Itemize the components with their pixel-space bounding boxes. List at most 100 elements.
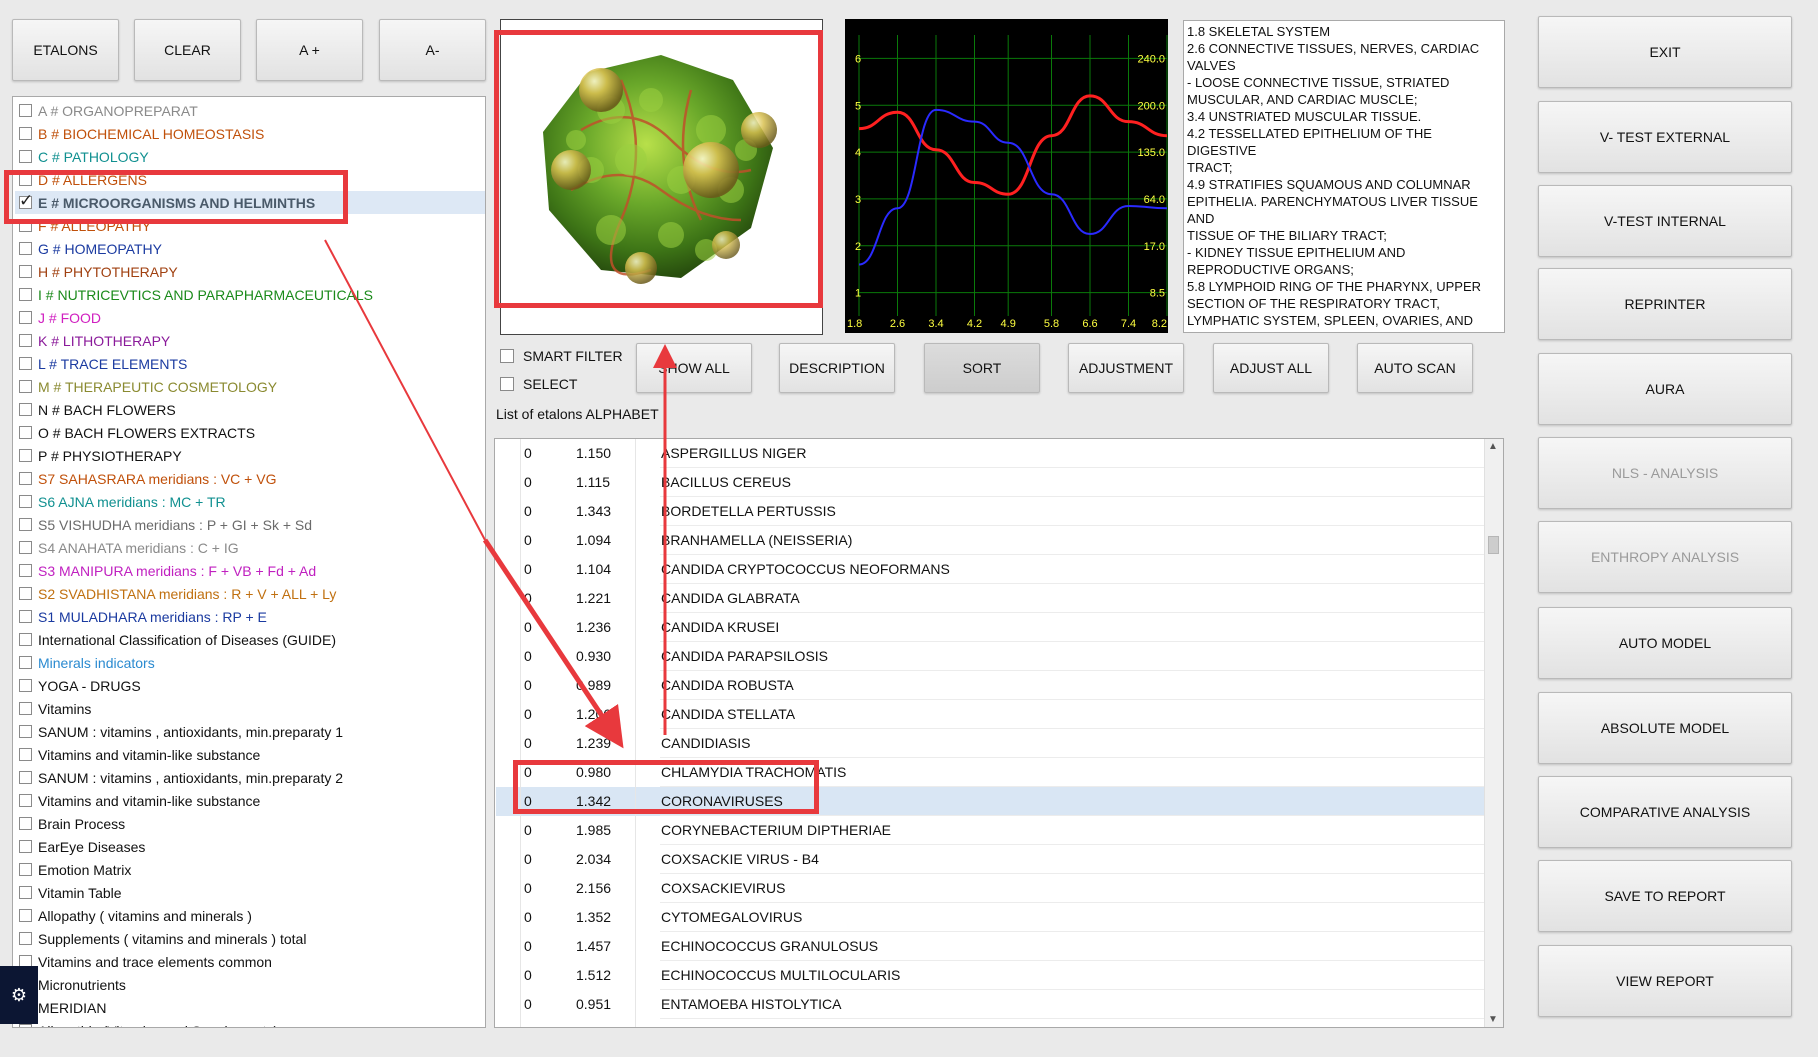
category-item[interactable]: SANUM : vitamins , antioxidants, min.pre… bbox=[15, 766, 485, 789]
category-item[interactable]: S7 SAHASRARA meridians : VC + VG bbox=[15, 467, 485, 490]
category-item[interactable]: SANUM : vitamins , antioxidants, min.pre… bbox=[15, 720, 485, 743]
table-row[interactable]: 0 0.989 CANDIDA ROBUSTA bbox=[496, 671, 1484, 700]
category-checkbox[interactable] bbox=[19, 403, 32, 416]
table-row[interactable]: 0 1.343 BORDETELLA PERTUSSIS bbox=[496, 497, 1484, 526]
right-button-view-report[interactable]: VIEW REPORT bbox=[1538, 945, 1792, 1017]
category-checkbox[interactable] bbox=[19, 702, 32, 715]
category-checkbox[interactable] bbox=[19, 219, 32, 232]
category-checkbox[interactable] bbox=[19, 771, 32, 784]
select-checkbox[interactable]: SELECT bbox=[500, 374, 577, 394]
table-row[interactable]: 0 1.239 CANDIDIASIS bbox=[496, 729, 1484, 758]
category-item[interactable]: M # THERAPEUTIC COSMETOLOGY bbox=[15, 375, 485, 398]
chevron-down-icon[interactable]: ▼ bbox=[1488, 1014, 1498, 1025]
table-row[interactable]: 0 0.980 CHLAMYDIA TRACHOMATIS bbox=[496, 758, 1484, 787]
category-item[interactable]: S5 VISHUDHA meridians : P + GI + Sk + Sd bbox=[15, 513, 485, 536]
category-checkbox[interactable] bbox=[19, 472, 32, 485]
category-checkbox[interactable] bbox=[19, 173, 32, 186]
category-checkbox[interactable] bbox=[19, 794, 32, 807]
clear-button[interactable]: CLEAR bbox=[134, 19, 241, 81]
category-item[interactable]: S6 AJNA meridians : MC + TR bbox=[15, 490, 485, 513]
category-item[interactable]: Micronutrients bbox=[15, 973, 485, 996]
right-button-comparative-analysis[interactable]: COMPARATIVE ANALYSIS bbox=[1538, 776, 1792, 848]
table-row[interactable]: 0 1.342 CORONAVIRUSES bbox=[496, 787, 1484, 816]
category-checkbox[interactable] bbox=[19, 725, 32, 738]
auto-scan-button[interactable]: AUTO SCAN bbox=[1357, 343, 1473, 393]
category-checkbox[interactable] bbox=[19, 1024, 32, 1027]
category-item[interactable]: O # BACH FLOWERS EXTRACTS bbox=[15, 421, 485, 444]
category-checkbox[interactable] bbox=[19, 426, 32, 439]
category-checkbox[interactable] bbox=[19, 265, 32, 278]
table-row[interactable]: 0 1.236 CANDIDA KRUSEI bbox=[496, 613, 1484, 642]
category-checkbox[interactable] bbox=[19, 191, 33, 211]
category-item[interactable]: C # PATHOLOGY bbox=[15, 145, 485, 168]
category-item[interactable]: A # ORGANOPREPARAT bbox=[15, 99, 485, 122]
category-item[interactable]: F # ALLEOPATHY bbox=[15, 214, 485, 237]
category-checkbox[interactable] bbox=[19, 357, 32, 370]
category-item[interactable]: Supplements ( vitamins and minerals ) to… bbox=[15, 927, 485, 950]
category-checkbox[interactable] bbox=[19, 127, 32, 140]
select-box[interactable] bbox=[500, 377, 514, 391]
right-button-enthropy-analysis[interactable]: ENTHROPY ANALYSIS bbox=[1538, 521, 1792, 593]
adjustment-button[interactable]: ADJUSTMENT bbox=[1068, 343, 1184, 393]
category-item[interactable]: E # MICROORGANISMS AND HELMINTHS bbox=[15, 191, 485, 214]
smart-filter-checkbox[interactable]: SMART FILTER bbox=[500, 346, 623, 366]
adjust-all-button[interactable]: ADJUST ALL bbox=[1213, 343, 1329, 393]
category-item[interactable]: N # BACH FLOWERS bbox=[15, 398, 485, 421]
category-item[interactable]: P # PHYSIOTHERAPY bbox=[15, 444, 485, 467]
category-item[interactable]: L # TRACE ELEMENTS bbox=[15, 352, 485, 375]
category-item[interactable]: I # NUTRICEVTICS AND PARAPHARMACEUTICALS bbox=[15, 283, 485, 306]
table-row[interactable]: 0 1.094 BRANHAMELLA (NEISSERIA) bbox=[496, 526, 1484, 555]
category-checkbox[interactable] bbox=[19, 863, 32, 876]
category-item[interactable]: Emotion Matrix bbox=[15, 858, 485, 881]
category-item[interactable]: Vitamin Table bbox=[15, 881, 485, 904]
category-checkbox[interactable] bbox=[19, 610, 32, 623]
category-checkbox[interactable] bbox=[19, 334, 32, 347]
category-checkbox[interactable] bbox=[19, 656, 32, 669]
category-checkbox[interactable] bbox=[19, 909, 32, 922]
category-item[interactable]: Vitamins and vitamin-like substance bbox=[15, 789, 485, 812]
category-checkbox[interactable] bbox=[19, 380, 32, 393]
gear-icon[interactable]: ⚙ bbox=[0, 966, 38, 1024]
category-checkbox[interactable] bbox=[19, 587, 32, 600]
category-checkbox[interactable] bbox=[19, 242, 32, 255]
category-checkbox[interactable] bbox=[19, 104, 32, 117]
right-button-save-to-report[interactable]: SAVE TO REPORT bbox=[1538, 860, 1792, 932]
table-row[interactable]: 0 1.104 CANDIDA CRYPTOCOCCUS NEOFORMANS bbox=[496, 555, 1484, 584]
etalons-button[interactable]: ETALONS bbox=[12, 19, 119, 81]
category-item[interactable]: B # BIOCHEMICAL HOMEOSTASIS bbox=[15, 122, 485, 145]
right-button-auto-model[interactable]: AUTO MODEL bbox=[1538, 607, 1792, 679]
chevron-up-icon[interactable]: ▲ bbox=[1488, 441, 1498, 452]
category-item[interactable]: J # FOOD bbox=[15, 306, 485, 329]
category-item[interactable]: Minerals indicators bbox=[15, 651, 485, 674]
category-item[interactable]: Vitamins and vitamin-like substance bbox=[15, 743, 485, 766]
a-minus-button[interactable]: A- bbox=[379, 19, 486, 81]
table-row[interactable]: 0 1.352 CYTOMEGALOVIRUS bbox=[496, 903, 1484, 932]
category-item[interactable]: K # LITHOTHERAPY bbox=[15, 329, 485, 352]
category-checkbox[interactable] bbox=[19, 495, 32, 508]
show-all-button[interactable]: SHOW ALL bbox=[636, 343, 752, 393]
category-item[interactable]: D # ALLERGENS bbox=[15, 168, 485, 191]
table-row[interactable]: 0 1.115 BACILLUS CEREUS bbox=[496, 468, 1484, 497]
right-button-v-test-internal[interactable]: V-TEST INTERNAL bbox=[1538, 185, 1792, 257]
table-row[interactable]: 0 1.221 CANDIDA GLABRATA bbox=[496, 584, 1484, 613]
category-item[interactable]: YOGA - DRUGS bbox=[15, 674, 485, 697]
category-item[interactable]: Allopathy ( vitamins and minerals ) bbox=[15, 904, 485, 927]
category-item[interactable]: International Classification of Diseases… bbox=[15, 628, 485, 651]
category-checkbox[interactable] bbox=[19, 449, 32, 462]
table-row[interactable]: 0 1.150 ASPERGILLUS NIGER bbox=[496, 439, 1484, 468]
table-row[interactable]: 0 1.985 CORYNEBACTERIUM DIPTHERIAE bbox=[496, 816, 1484, 845]
category-checkbox[interactable] bbox=[19, 541, 32, 554]
right-button-v-test-external[interactable]: V- TEST EXTERNAL bbox=[1538, 101, 1792, 173]
category-item[interactable]: MERIDIAN bbox=[15, 996, 485, 1019]
category-list[interactable]: A # ORGANOPREPARAT B # BIOCHEMICAL HOMEOS… bbox=[12, 96, 486, 1028]
category-item[interactable]: Vitamins and trace elements common bbox=[15, 950, 485, 973]
category-item[interactable]: EarEye Diseases bbox=[15, 835, 485, 858]
category-item[interactable]: S4 ANAHATA meridians : C + IG bbox=[15, 536, 485, 559]
right-button-nls-analysis[interactable]: NLS - ANALYSIS bbox=[1538, 437, 1792, 509]
category-checkbox[interactable] bbox=[19, 679, 32, 692]
description-button[interactable]: DESCRIPTION bbox=[779, 343, 895, 393]
category-item[interactable]: S3 MANIPURA meridians : F + VB + Fd + Ad bbox=[15, 559, 485, 582]
sort-button[interactable]: SORT bbox=[924, 343, 1040, 393]
right-button-exit[interactable]: EXIT bbox=[1538, 16, 1792, 88]
category-checkbox[interactable] bbox=[19, 748, 32, 761]
